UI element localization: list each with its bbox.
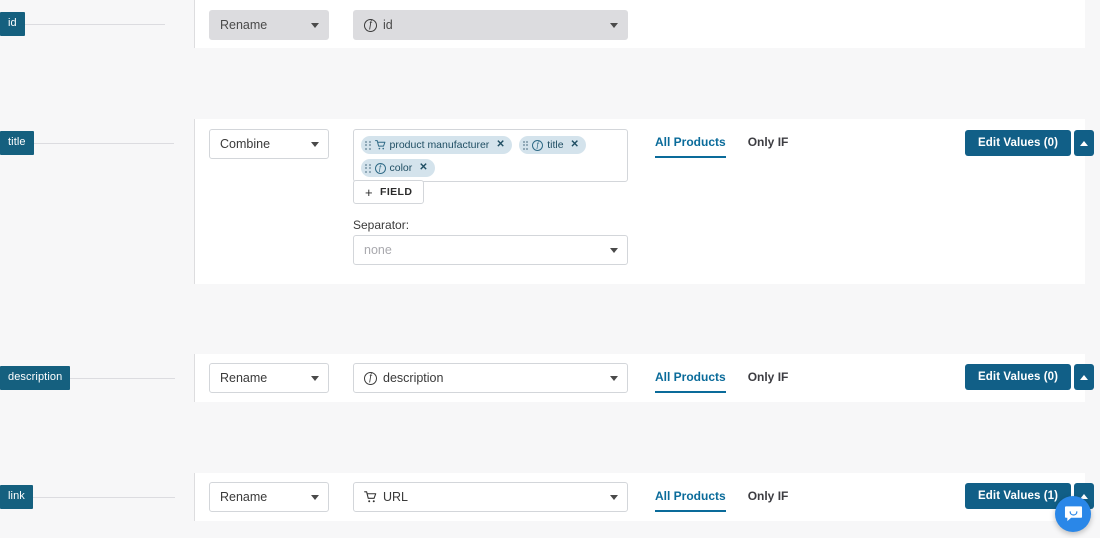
add-field-button[interactable]: + FIELD [353, 180, 425, 204]
chevron-down-icon [311, 376, 319, 381]
connector-line [70, 377, 176, 379]
scope-tabs: All Products Only IF [655, 489, 788, 512]
field-mapping-row-description: description Rename f description All Pro… [0, 354, 1100, 402]
remove-field-icon[interactable]: ✕ [419, 163, 427, 173]
function-icon: f [364, 18, 377, 32]
connector-line [32, 496, 175, 498]
source-field-select-description[interactable]: f description [353, 363, 628, 393]
drag-handle-icon[interactable] [365, 163, 371, 173]
cart-icon [374, 140, 386, 150]
collapse-row-button[interactable] [1074, 364, 1095, 390]
row-label-connector: id [0, 12, 165, 36]
tab-only-if[interactable]: Only IF [748, 370, 789, 391]
chevron-up-icon [1080, 140, 1089, 146]
field-badge-description: description [0, 366, 71, 390]
transform-select-value: Rename [220, 490, 268, 504]
row-actions: Edit Values (0) [965, 364, 1095, 390]
field-mapping-row-id: id Rename f id [0, 0, 1100, 48]
row-label-connector: title [0, 131, 174, 155]
edit-values-button[interactable]: Edit Values (0) [965, 364, 1072, 390]
chevron-down-icon [610, 376, 618, 381]
row-label-connector: description [0, 366, 176, 390]
edit-values-button[interactable]: Edit Values (0) [965, 130, 1072, 156]
field-mapping-row-title: title Combine product manufacturer ✕ f t… [0, 119, 1100, 284]
source-field-select-id[interactable]: f id [353, 10, 628, 40]
field-tag[interactable]: f title ✕ [518, 136, 586, 154]
chevron-down-icon [610, 495, 618, 500]
field-badge-link: link [0, 485, 33, 509]
separator-value: none [364, 243, 392, 257]
function-icon: f [532, 139, 544, 151]
collapse-row-button[interactable] [1074, 130, 1095, 156]
connector-line [33, 142, 174, 144]
tab-all-products[interactable]: All Products [655, 370, 726, 393]
transform-select-link[interactable]: Rename [209, 482, 329, 512]
chevron-down-icon [610, 23, 618, 28]
source-field-select-link[interactable]: URL [353, 482, 628, 512]
remove-field-icon[interactable]: ✕ [496, 140, 504, 150]
combine-fields-tagbox[interactable]: product manufacturer ✕ f title ✕ f color… [353, 129, 628, 182]
cart-icon [364, 491, 377, 503]
chevron-down-icon [311, 23, 319, 28]
source-field-value: URL [383, 490, 409, 504]
tab-only-if[interactable]: Only IF [748, 135, 789, 156]
row-label-connector: link [0, 485, 175, 509]
scope-tabs: All Products Only IF [655, 370, 788, 393]
transform-select-title[interactable]: Combine [209, 129, 329, 159]
field-tag-label: title [547, 139, 564, 151]
separator-label: Separator: [353, 218, 410, 232]
field-badge-title: title [0, 131, 34, 155]
field-tag[interactable]: f color ✕ [361, 159, 435, 177]
separator-select[interactable]: none [353, 235, 628, 265]
chat-bubble-icon [1064, 506, 1082, 522]
source-field-value: description [383, 371, 444, 385]
field-tag-label: product manufacturer [389, 139, 490, 151]
field-tag-label: color [389, 162, 413, 174]
row-divider [194, 0, 195, 48]
chevron-down-icon [610, 248, 618, 253]
transform-select-value: Rename [220, 18, 268, 32]
row-actions: Edit Values (0) [965, 130, 1095, 156]
transform-select-value: Rename [220, 371, 268, 385]
add-field-label: FIELD [380, 186, 413, 198]
source-field-value: id [383, 18, 393, 32]
function-icon: f [364, 371, 377, 385]
drag-handle-icon[interactable] [365, 140, 371, 150]
tab-only-if[interactable]: Only IF [748, 489, 789, 510]
transform-select-value: Combine [220, 137, 271, 151]
drag-handle-icon[interactable] [522, 140, 529, 150]
chevron-down-icon [311, 495, 319, 500]
chat-launcher-button[interactable] [1055, 496, 1091, 532]
field-tag[interactable]: product manufacturer ✕ [361, 136, 512, 154]
field-badge-id: id [0, 12, 25, 36]
edit-values-button[interactable]: Edit Values (1) [965, 483, 1072, 509]
transform-select-description[interactable]: Rename [209, 363, 329, 393]
row-divider [194, 354, 195, 402]
field-mapping-row-link: link Rename URL All Products Only IF Edi [0, 473, 1100, 521]
plus-icon: + [365, 184, 373, 200]
row-divider [194, 473, 195, 521]
feed-field-mapping-list: id Rename f id title Combine product man… [0, 0, 1100, 538]
tab-all-products[interactable]: All Products [655, 135, 726, 158]
chevron-up-icon [1080, 374, 1089, 380]
remove-field-icon[interactable]: ✕ [571, 140, 579, 150]
scope-tabs: All Products Only IF [655, 135, 788, 158]
function-icon: f [374, 162, 386, 174]
transform-select-id[interactable]: Rename [209, 10, 329, 40]
chevron-down-icon [311, 142, 319, 147]
row-divider [194, 119, 195, 284]
connector-line [24, 23, 165, 25]
tab-all-products[interactable]: All Products [655, 489, 726, 512]
